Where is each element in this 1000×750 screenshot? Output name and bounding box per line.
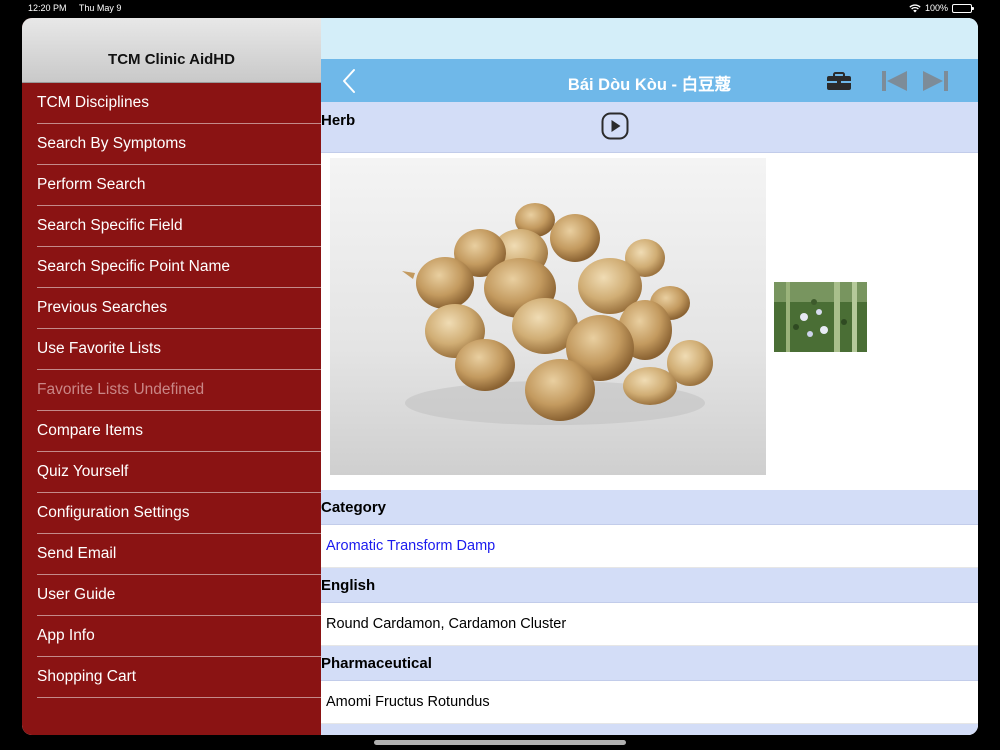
back-button[interactable]	[339, 68, 363, 94]
sidebar-item-configuration-settings[interactable]: Configuration Settings	[37, 493, 321, 534]
category-section-header: Category	[321, 490, 978, 525]
play-circle-icon	[601, 112, 629, 140]
sidebar-item-search-by-symptoms[interactable]: Search By Symptoms	[37, 124, 321, 165]
herb-images	[321, 153, 978, 490]
first-item-button[interactable]	[881, 70, 909, 92]
sidebar-item-compare-items[interactable]: Compare Items	[37, 411, 321, 452]
sidebar-item-perform-search[interactable]: Perform Search	[37, 165, 321, 206]
sidebar-item-shopping-cart[interactable]: Shopping Cart	[37, 657, 321, 698]
english-value: Round Cardamon, Cardamon Cluster	[321, 603, 978, 646]
pharmaceutical-value: Amomi Fructus Rotundus	[321, 681, 978, 724]
category-link[interactable]: Aromatic Transform Damp	[321, 525, 978, 568]
sidebar-item-tcm-disciplines[interactable]: TCM Disciplines	[37, 83, 321, 124]
next-section-header	[321, 724, 978, 735]
battery-percent: 100%	[924, 3, 948, 13]
sidebar-menu: TCM Clinic AidHD TCM Disciplines Search …	[22, 18, 321, 735]
sidebar-title: TCM Clinic AidHD	[108, 51, 235, 68]
sidebar-item-app-info[interactable]: App Info	[37, 616, 321, 657]
last-item-button[interactable]	[921, 70, 949, 92]
herb-detail-pane: Bái Dòu Kòu - 白豆蔻 Herb Category Aromatic…	[321, 18, 978, 735]
sidebar-item-send-email[interactable]: Send Email	[37, 534, 321, 575]
status-time: 12:20 PM	[28, 3, 67, 13]
navigation-bar: Bái Dòu Kòu - 白豆蔻	[321, 59, 978, 102]
sidebar-item-previous-searches[interactable]: Previous Searches	[37, 288, 321, 329]
sidebar-item-search-specific-point-name[interactable]: Search Specific Point Name	[37, 247, 321, 288]
sidebar-item-favorite-lists-undefined: Favorite Lists Undefined	[37, 370, 321, 411]
wifi-icon	[909, 3, 921, 13]
home-indicator[interactable]	[374, 740, 626, 745]
play-audio-button[interactable]	[601, 112, 629, 140]
status-date: Thu May 9	[78, 3, 122, 13]
english-label: English	[321, 577, 376, 594]
skip-last-icon	[923, 71, 948, 91]
app-screen: TCM Clinic AidHD TCM Disciplines Search …	[22, 18, 978, 735]
toolbox-button[interactable]	[825, 70, 853, 92]
pharmaceutical-section-header: Pharmaceutical	[321, 646, 978, 681]
herb-photo	[330, 158, 766, 475]
sidebar-item-user-guide[interactable]: User Guide	[37, 575, 321, 616]
toolbox-icon	[827, 72, 851, 90]
sidebar-item-quiz-yourself[interactable]: Quiz Yourself	[37, 452, 321, 493]
status-bar: 12:20 PM Thu May 9 100%	[0, 0, 1000, 16]
sidebar-header: TCM Clinic AidHD	[22, 18, 321, 83]
category-label: Category	[321, 499, 387, 516]
top-strip	[321, 18, 978, 59]
chevron-left-icon	[343, 69, 355, 93]
sidebar-item-search-specific-field[interactable]: Search Specific Field	[37, 206, 321, 247]
skip-first-icon	[882, 71, 907, 91]
english-section-header: English	[321, 568, 978, 603]
herb-section-header: Herb	[321, 102, 978, 153]
sidebar-item-use-favorite-lists[interactable]: Use Favorite Lists	[37, 329, 321, 370]
herb-label: Herb	[321, 112, 356, 129]
herb-plant-thumbnail[interactable]	[774, 282, 867, 352]
pharmaceutical-label: Pharmaceutical	[321, 655, 432, 672]
page-title: Bái Dòu Kòu - 白豆蔻	[567, 76, 732, 94]
battery-icon	[952, 3, 974, 13]
